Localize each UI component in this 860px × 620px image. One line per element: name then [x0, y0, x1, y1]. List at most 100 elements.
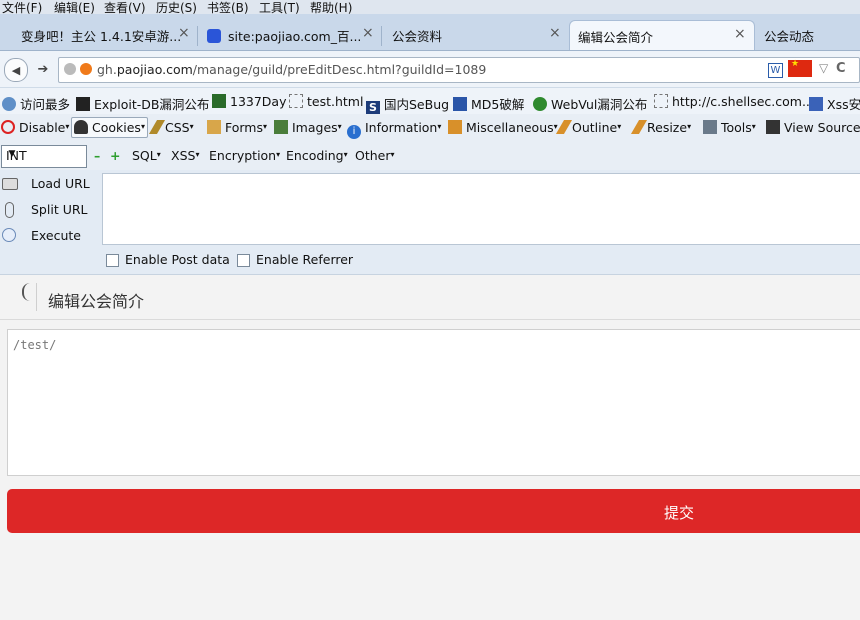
- bookmark-shellsec[interactable]: http://c.shellsec.com...: [654, 94, 814, 109]
- split-url-button[interactable]: Split URL: [0, 197, 100, 221]
- bookmark-label: MD5破解: [471, 97, 525, 112]
- back-icon[interactable]: [22, 283, 30, 301]
- url-text[interactable]: gh.paojiao.com/manage/guild/preEditDesc.…: [97, 62, 486, 77]
- view-source-menu[interactable]: View Source▾: [766, 120, 860, 135]
- menu-label: Cookies: [92, 120, 141, 135]
- scissors-icon: [5, 202, 14, 218]
- guild-description-textarea[interactable]: /test/: [7, 329, 860, 476]
- site-favicon-icon: [80, 63, 92, 75]
- title-rule: [0, 319, 860, 320]
- encryption-menu[interactable]: Encryption▾: [209, 148, 280, 163]
- bookmark-test-html[interactable]: test.html: [289, 94, 363, 109]
- globe-icon: [64, 63, 76, 75]
- images-menu[interactable]: Images▾: [274, 120, 342, 135]
- page-content: 编辑公会简介 /test/ 提交: [0, 275, 860, 620]
- encoding-menu[interactable]: Encoding▾: [286, 148, 348, 163]
- load-url-button[interactable]: Load URL: [0, 171, 100, 195]
- 1337day-icon: [212, 94, 226, 108]
- paw-icon: [207, 29, 221, 43]
- bookmark-most-visited[interactable]: 访问最多: [2, 94, 70, 113]
- plus-icon[interactable]: +: [110, 148, 120, 163]
- checkbox-box[interactable]: [237, 254, 250, 267]
- page-title: 编辑公会简介: [48, 292, 145, 311]
- back-arrow-icon: ◀: [11, 64, 21, 77]
- url-domain: paojiao.com: [116, 62, 193, 77]
- xss-menu[interactable]: XSS▾: [171, 148, 199, 163]
- tab-title: 公会资料: [392, 29, 443, 44]
- close-icon[interactable]: ×: [734, 26, 746, 42]
- menu-label: Forms: [225, 120, 264, 135]
- word-icon[interactable]: W: [768, 63, 783, 78]
- tools-icon: [703, 120, 717, 134]
- close-icon[interactable]: ×: [178, 25, 190, 41]
- bookmark-webvul[interactable]: WebVul漏洞公布: [533, 94, 647, 113]
- disable-icon: [1, 120, 15, 134]
- menu-label: SQL: [132, 148, 157, 163]
- view-source-icon: [766, 120, 780, 134]
- load-url-label: Load URL: [31, 176, 90, 191]
- execute-button[interactable]: Execute: [0, 223, 100, 247]
- other-menu[interactable]: Other▾: [355, 148, 395, 163]
- bookmark-exploit-db[interactable]: Exploit-DB漏洞公布: [76, 94, 209, 113]
- bookmarks-bar: 访问最多 Exploit-DB漏洞公布 1337Day test.html S国…: [0, 88, 860, 115]
- menu-label: Other: [355, 148, 391, 163]
- bookmark-md5[interactable]: MD5破解: [453, 94, 524, 113]
- tools-menu[interactable]: Tools▾: [703, 120, 756, 135]
- tab-guild-news[interactable]: 公会动态: [755, 20, 860, 49]
- bookmark-label: WebVul漏洞公布: [551, 97, 648, 112]
- submit-button[interactable]: 提交: [7, 489, 860, 533]
- web-developer-toolbar: Disable▾ Cookies▾ CSS▾ Forms▾ Images▾ iI…: [0, 114, 860, 142]
- tab-guild-info[interactable]: 公会资料 ×: [383, 20, 568, 49]
- outline-menu[interactable]: Outline▾: [555, 120, 621, 135]
- info-icon: i: [347, 125, 361, 139]
- sql-menu[interactable]: SQL▾: [132, 148, 161, 163]
- tab-game[interactable]: 变身吧！主公 1.4.1安卓游... ×: [8, 20, 196, 49]
- disable-menu[interactable]: Disable▾: [1, 120, 69, 135]
- textarea-value: /test/: [13, 338, 57, 352]
- load-url-icon: [2, 178, 18, 190]
- chevron-down-icon: ▼: [8, 149, 16, 159]
- tab-strip: 变身吧！主公 1.4.1安卓游... × site:paojiao.com_百.…: [0, 14, 860, 51]
- information-menu[interactable]: i Information▾: [347, 120, 441, 139]
- bookmark-xss[interactable]: Xss安: [809, 94, 860, 113]
- close-icon[interactable]: ×: [549, 25, 561, 41]
- hackbar-panel: Load URL Split URL Execute Enable Post d…: [0, 170, 860, 275]
- menu-label: Outline: [572, 120, 618, 135]
- forms-menu[interactable]: Forms▾: [207, 120, 267, 135]
- miscellaneous-menu[interactable]: Miscellaneous▾: [448, 120, 558, 135]
- bookmark-label: 访问最多: [20, 97, 71, 112]
- bookmark-1337day[interactable]: 1337Day: [212, 94, 287, 109]
- submit-label: 提交: [664, 504, 695, 522]
- cookies-menu[interactable]: Cookies▾: [71, 117, 148, 138]
- url-path: /manage/guild/preEditDesc.html?guildId=1…: [192, 62, 487, 77]
- tab-site-search[interactable]: site:paojiao.com_百... ×: [199, 20, 381, 49]
- page-icon: [654, 94, 668, 108]
- header-divider: [36, 283, 37, 311]
- tab-title: 变身吧！主公 1.4.1安卓游...: [21, 29, 182, 44]
- menu-label: Images: [292, 120, 338, 135]
- back-button[interactable]: ◀: [4, 58, 28, 82]
- bug-icon: [533, 97, 547, 111]
- checkbox-box[interactable]: [106, 254, 119, 267]
- hackbar-url-textarea[interactable]: [102, 173, 860, 245]
- clipboard-icon: [207, 120, 221, 134]
- forward-button[interactable]: ➔: [32, 58, 54, 80]
- execute-label: Execute: [31, 228, 81, 243]
- page-icon: [289, 94, 303, 108]
- reload-icon[interactable]: C: [836, 61, 846, 76]
- resize-menu[interactable]: Resize▾: [630, 120, 691, 135]
- menu-label: Encoding: [286, 148, 344, 163]
- image-icon: [274, 120, 288, 134]
- int-select[interactable]: INT ▼: [1, 145, 87, 168]
- menu-label: Tools: [721, 120, 752, 135]
- bookmark-label: 1337Day: [230, 94, 287, 109]
- minus-icon[interactable]: –: [94, 148, 100, 163]
- tab-title: 公会动态: [764, 29, 815, 44]
- bookmark-sebug[interactable]: S 国内SeBug: [366, 94, 449, 115]
- tab-edit-guild-desc[interactable]: 编辑公会简介 ×: [569, 20, 755, 50]
- menu-label: Disable: [19, 120, 66, 135]
- close-icon[interactable]: ×: [362, 25, 374, 41]
- url-bar[interactable]: gh.paojiao.com/manage/guild/preEditDesc.…: [58, 57, 860, 83]
- css-menu[interactable]: CSS▾: [148, 120, 194, 135]
- dropdown-icon[interactable]: ▽: [819, 61, 828, 75]
